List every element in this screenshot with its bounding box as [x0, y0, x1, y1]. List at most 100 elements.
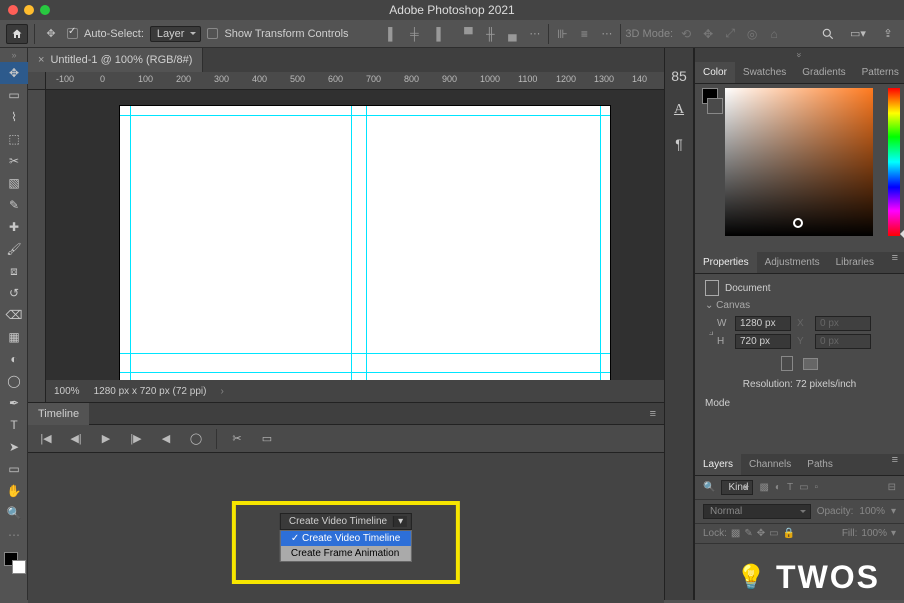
close-tab-icon[interactable]: ×: [38, 54, 44, 66]
brush-tool[interactable]: 🖌: [0, 238, 28, 260]
guide-horizontal[interactable]: [120, 372, 610, 373]
next-frame-icon[interactable]: |▶: [126, 429, 146, 449]
eraser-tool[interactable]: ⌫: [0, 304, 28, 326]
align-horizontal-centers-icon[interactable]: ╪: [405, 25, 423, 43]
prev-frame-icon[interactable]: ◀|: [66, 429, 86, 449]
ruler-origin[interactable]: [28, 72, 46, 90]
height-field[interactable]: 720 px: [735, 334, 791, 349]
zoom-tool[interactable]: 🔍: [0, 502, 28, 524]
maximize-window-icon[interactable]: [40, 5, 50, 15]
foreground-background-colors[interactable]: [0, 550, 28, 580]
orientation-landscape-icon[interactable]: [803, 358, 818, 370]
threeD-icon-2[interactable]: ✥: [699, 25, 717, 43]
align-vertical-centers-icon[interactable]: ╫: [481, 25, 499, 43]
tab-layers[interactable]: Layers: [695, 454, 741, 475]
clone-stamp-tool[interactable]: ⧈: [0, 260, 28, 282]
document-dimensions[interactable]: 1280 px x 720 px (72 ppi): [94, 386, 207, 397]
lock-all-icon[interactable]: 🔒: [783, 528, 795, 539]
minimize-window-icon[interactable]: [24, 5, 34, 15]
panel-menu-icon[interactable]: ≡: [642, 408, 664, 420]
lock-position-icon[interactable]: ✥: [757, 528, 765, 539]
threeD-icon-5[interactable]: ⌂: [765, 25, 783, 43]
tab-swatches[interactable]: Swatches: [735, 62, 794, 83]
pen-tool[interactable]: ✒: [0, 392, 28, 414]
canvas-section-toggle[interactable]: Canvas: [705, 300, 894, 311]
gradient-tool[interactable]: ▦: [0, 326, 28, 348]
rectangle-tool[interactable]: ▭: [0, 458, 28, 480]
object-select-tool[interactable]: ⬚: [0, 128, 28, 150]
filter-type-icon[interactable]: T: [787, 482, 793, 493]
tab-libraries[interactable]: Libraries: [828, 252, 882, 273]
lock-image-icon[interactable]: ✎: [744, 528, 752, 539]
threeD-icon-3[interactable]: ⤢: [721, 25, 739, 43]
mute-audio-icon[interactable]: ◯: [186, 429, 206, 449]
guide-vertical[interactable]: [366, 106, 367, 382]
chevron-down-icon[interactable]: ▾: [891, 528, 896, 539]
timeline-tab[interactable]: Timeline: [28, 403, 89, 425]
ruler-vertical[interactable]: [28, 90, 46, 402]
tab-properties[interactable]: Properties: [695, 252, 757, 273]
zoom-display[interactable]: 100%: [54, 386, 80, 397]
path-select-tool[interactable]: ➤: [0, 436, 28, 458]
status-caret-icon[interactable]: ›: [220, 386, 223, 397]
close-window-icon[interactable]: [8, 5, 18, 15]
filter-smart-icon[interactable]: ▫: [815, 482, 819, 493]
hue-slider[interactable]: [888, 88, 900, 236]
crop-tool[interactable]: ✂: [0, 150, 28, 172]
tab-color[interactable]: Color: [695, 62, 735, 83]
eyedropper-tool[interactable]: ✎: [0, 194, 28, 216]
play-icon[interactable]: ▶: [96, 429, 116, 449]
distribute-v-icon[interactable]: ≡: [575, 25, 593, 43]
chevron-down-icon[interactable]: ▾: [891, 506, 896, 517]
orientation-portrait-icon[interactable]: [781, 356, 793, 371]
home-button[interactable]: [6, 24, 28, 44]
collapse-toolbar-icon[interactable]: »: [0, 48, 28, 62]
dodge-tool[interactable]: ◯: [0, 370, 28, 392]
align-bottom-edges-icon[interactable]: ▄: [503, 25, 521, 43]
more-distribute-icon[interactable]: ⋯: [597, 27, 616, 40]
canvas-area[interactable]: [46, 90, 664, 380]
threeD-icon-1[interactable]: ⟲: [677, 25, 695, 43]
lock-transparent-icon[interactable]: ▩: [731, 528, 740, 539]
goto-first-frame-icon[interactable]: |◀: [36, 429, 56, 449]
panel-menu-icon[interactable]: ≡: [886, 454, 904, 475]
history-brush-tool[interactable]: ↺: [0, 282, 28, 304]
document-tab[interactable]: × Untitled-1 @ 100% (RGB/8#): [28, 48, 203, 72]
ruler-horizontal[interactable]: -100 0 100 200 300 400 500 600 700 800 9…: [46, 72, 664, 90]
more-align-icon[interactable]: ⋯: [525, 27, 544, 40]
filter-adjust-icon[interactable]: ◐: [775, 482, 781, 493]
tab-channels[interactable]: Channels: [741, 454, 799, 475]
guide-horizontal[interactable]: [120, 353, 610, 354]
frame-tool[interactable]: ▧: [0, 172, 28, 194]
tab-gradients[interactable]: Gradients: [794, 62, 853, 83]
tab-adjustments[interactable]: Adjustments: [757, 252, 828, 273]
opacity-value[interactable]: 100%: [859, 506, 885, 517]
background-color-swatch[interactable]: [12, 560, 26, 574]
align-right-edges-icon[interactable]: ▐: [427, 25, 445, 43]
menu-item-frame-animation[interactable]: Create Frame Animation: [281, 546, 411, 561]
lock-artboard-icon[interactable]: ▭: [769, 528, 778, 539]
character-panel-icon[interactable]: A: [669, 100, 689, 120]
healing-brush-tool[interactable]: ✚: [0, 216, 28, 238]
filter-shape-icon[interactable]: ▭: [799, 482, 808, 493]
link-dimensions-icon[interactable]: ⟓: [705, 323, 717, 343]
tab-paths[interactable]: Paths: [799, 454, 841, 475]
fill-value[interactable]: 100%: [861, 528, 887, 539]
type-tool[interactable]: T: [0, 414, 28, 436]
threeD-icon-4[interactable]: ◎: [743, 25, 761, 43]
color-picker-field[interactable]: [725, 88, 873, 236]
auto-select-checkbox[interactable]: [67, 28, 78, 39]
blend-mode-dropdown[interactable]: Normal: [703, 504, 811, 519]
edit-toolbar-icon[interactable]: ⋯: [0, 524, 28, 546]
guide-vertical[interactable]: [351, 106, 352, 382]
tab-patterns[interactable]: Patterns: [854, 62, 904, 83]
goto-prev-keyframe-icon[interactable]: ◀: [156, 429, 176, 449]
blur-tool[interactable]: ◐: [0, 348, 28, 370]
filter-toggle-icon[interactable]: ⊟: [888, 482, 896, 493]
guide-vertical[interactable]: [600, 106, 601, 382]
transition-icon[interactable]: ▭: [257, 429, 277, 449]
menu-item-video-timeline[interactable]: Create Video Timeline: [281, 531, 411, 546]
show-transform-checkbox[interactable]: [207, 28, 218, 39]
guide-vertical[interactable]: [130, 106, 131, 382]
align-top-edges-icon[interactable]: ▀: [459, 25, 477, 43]
